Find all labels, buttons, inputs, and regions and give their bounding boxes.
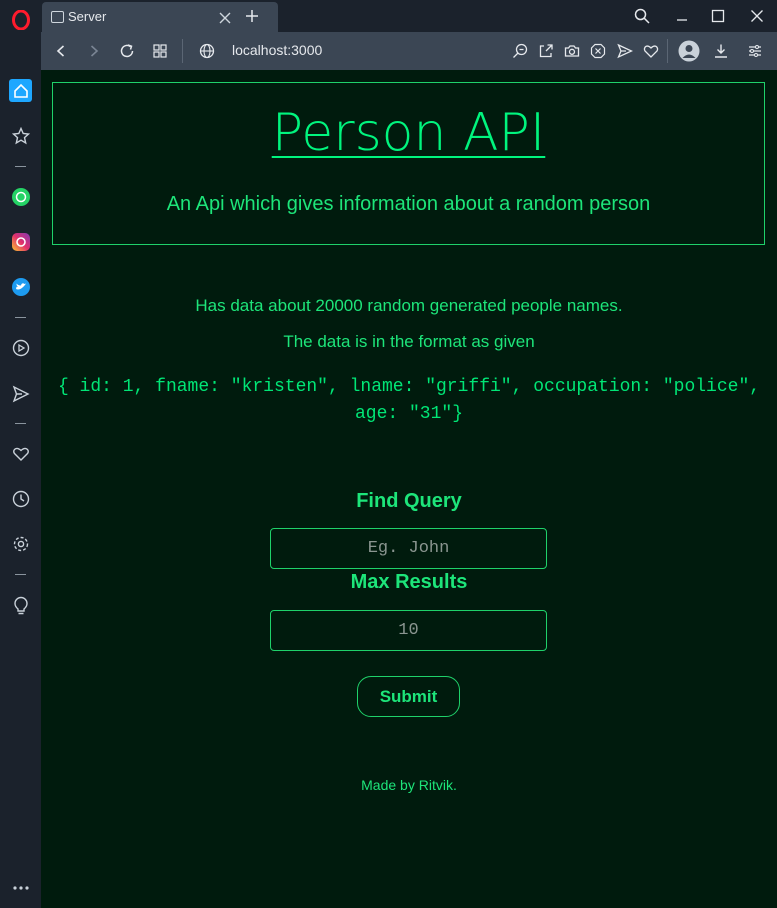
new-tab-icon[interactable] [242,6,262,26]
reload-icon[interactable] [117,41,137,61]
camera-icon[interactable] [562,41,582,61]
player-icon[interactable] [9,336,32,359]
zoom-icon[interactable] [510,41,530,61]
close-tab-icon[interactable] [218,10,232,24]
sidebar-divider [15,317,26,318]
tab-title: Server [68,9,107,24]
page-subtitle: An Api which gives information about a r… [166,193,651,215]
footer-credit: Made by Ritvik. [361,777,457,793]
profile-avatar-icon[interactable] [678,40,700,62]
nav-divider [182,39,183,63]
description-line-2: The data is in the format as given [283,332,535,351]
submit-button[interactable]: Submit [357,676,460,717]
tiles-icon[interactable] [150,41,170,61]
page-content: Person API An Api which gives informatio… [41,70,777,908]
forward-icon[interactable] [84,41,104,61]
sidebar-divider [15,166,26,167]
home-icon[interactable] [9,79,32,102]
twitter-icon[interactable] [9,275,32,298]
sidebar-divider [15,423,26,424]
nav-divider [667,39,668,63]
find-query-label: Find Query [356,490,462,512]
sample-data-code: { id: 1, fname: "kristen", lname: "griff… [51,374,767,428]
heart-icon[interactable] [9,442,32,465]
max-results-label: Max Results [350,571,468,593]
history-icon[interactable] [9,487,32,510]
bookmark-heart-icon[interactable] [641,41,661,61]
find-query-input[interactable] [270,528,547,569]
search-tabs-icon[interactable] [632,6,652,26]
back-icon[interactable] [51,41,71,61]
more-icon[interactable] [9,876,32,899]
share-icon[interactable] [536,41,556,61]
code-line-1: { id: 1, fname: "kristen", lname: "griff… [57,377,761,397]
address-bar[interactable]: localhost:3000 [232,42,322,58]
whatsapp-icon[interactable] [9,185,32,208]
instagram-icon[interactable] [9,230,32,253]
sidebar-divider [15,574,26,575]
send-icon[interactable] [9,382,32,405]
tab-strip: Server [41,0,777,32]
hero-banner: Person API An Api which gives informatio… [52,82,765,245]
globe-icon [197,41,217,61]
maximize-icon[interactable] [708,6,728,26]
adblock-icon[interactable] [588,41,608,61]
bulb-icon[interactable] [9,594,32,617]
code-line-2: age: "31"} [354,404,464,424]
minimize-icon[interactable] [672,6,692,26]
favicon-icon [51,11,64,23]
browser-sidebar [0,0,41,908]
navigation-bar: localhost:3000 [41,32,777,70]
settings-icon[interactable] [9,532,32,555]
max-results-input[interactable] [270,610,547,651]
download-icon[interactable] [711,41,731,61]
send-page-icon[interactable] [615,41,635,61]
easy-setup-icon[interactable] [745,41,765,61]
page-title[interactable]: Person API [53,103,764,163]
star-icon[interactable] [9,124,32,147]
opera-logo-icon[interactable] [9,8,32,31]
close-window-icon[interactable] [747,6,767,26]
description-line-1: Has data about 20000 random generated pe… [195,296,623,315]
